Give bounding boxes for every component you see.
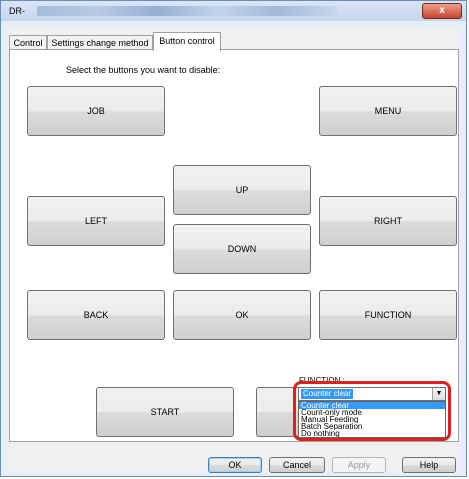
up-button[interactable]: UP [173,165,311,215]
job-button-label: JOB [87,106,105,116]
right-button[interactable]: RIGHT [319,196,457,246]
tab-settings-change-method[interactable]: Settings change method [47,35,153,50]
help-button[interactable]: Help [402,457,456,473]
back-button-label: BACK [83,310,109,320]
window-title: DR- [9,6,25,16]
ok-button[interactable]: OK [208,457,262,473]
ok-scanner-button-label: OK [235,310,249,320]
function-select-value: Counter clear [301,389,354,399]
close-button[interactable]: x [422,3,462,19]
cancel-button[interactable]: Cancel [269,457,325,473]
apply-button[interactable]: Apply [332,457,386,473]
option-manual-feeding[interactable]: Manual Feeding [299,416,445,423]
tab-button-control[interactable]: Button control [153,32,221,51]
left-button-label: LEFT [84,216,107,226]
down-button[interactable]: DOWN [173,224,311,274]
tab-control[interactable]: Control [9,35,47,50]
function-action-select[interactable]: Counter clear ▼ [298,387,446,401]
job-button[interactable]: JOB [27,86,165,136]
left-button[interactable]: LEFT [27,196,165,246]
start-button-label: START [150,407,180,417]
up-button-label: UP [235,185,249,195]
option-batch-separation[interactable]: Batch Separation [299,423,445,430]
option-do-nothing[interactable]: Do nothing [299,430,445,437]
dialog-window: DR- x Control Settings change method But… [0,0,467,477]
instruction-text: Select the buttons you want to disable: [66,65,221,75]
option-count-only-mode[interactable]: Count-only mode [299,409,445,416]
dialog-client-area: Control Settings change method Button co… [7,28,460,473]
function-button[interactable]: FUNCTION [319,290,457,340]
start-button[interactable]: START [96,387,234,437]
right-button-label: RIGHT [374,216,402,226]
menu-button-label: MENU [374,106,402,116]
menu-button[interactable]: MENU [319,86,457,136]
down-button-label: DOWN [227,244,257,254]
function-options-list: Counter clear Count-only mode Manual Fee… [298,401,446,438]
back-button[interactable]: BACK [27,290,165,340]
option-counter-clear[interactable]: Counter clear [299,402,445,409]
ok-scanner-button[interactable]: OK [173,290,311,340]
chevron-down-icon[interactable]: ▼ [432,388,445,400]
title-blurred-text [37,6,337,16]
button-control-panel: Select the buttons you want to disable: … [9,49,459,442]
title-bar[interactable]: DR- x [1,1,466,21]
function-button-label: FUNCTION [364,310,412,320]
